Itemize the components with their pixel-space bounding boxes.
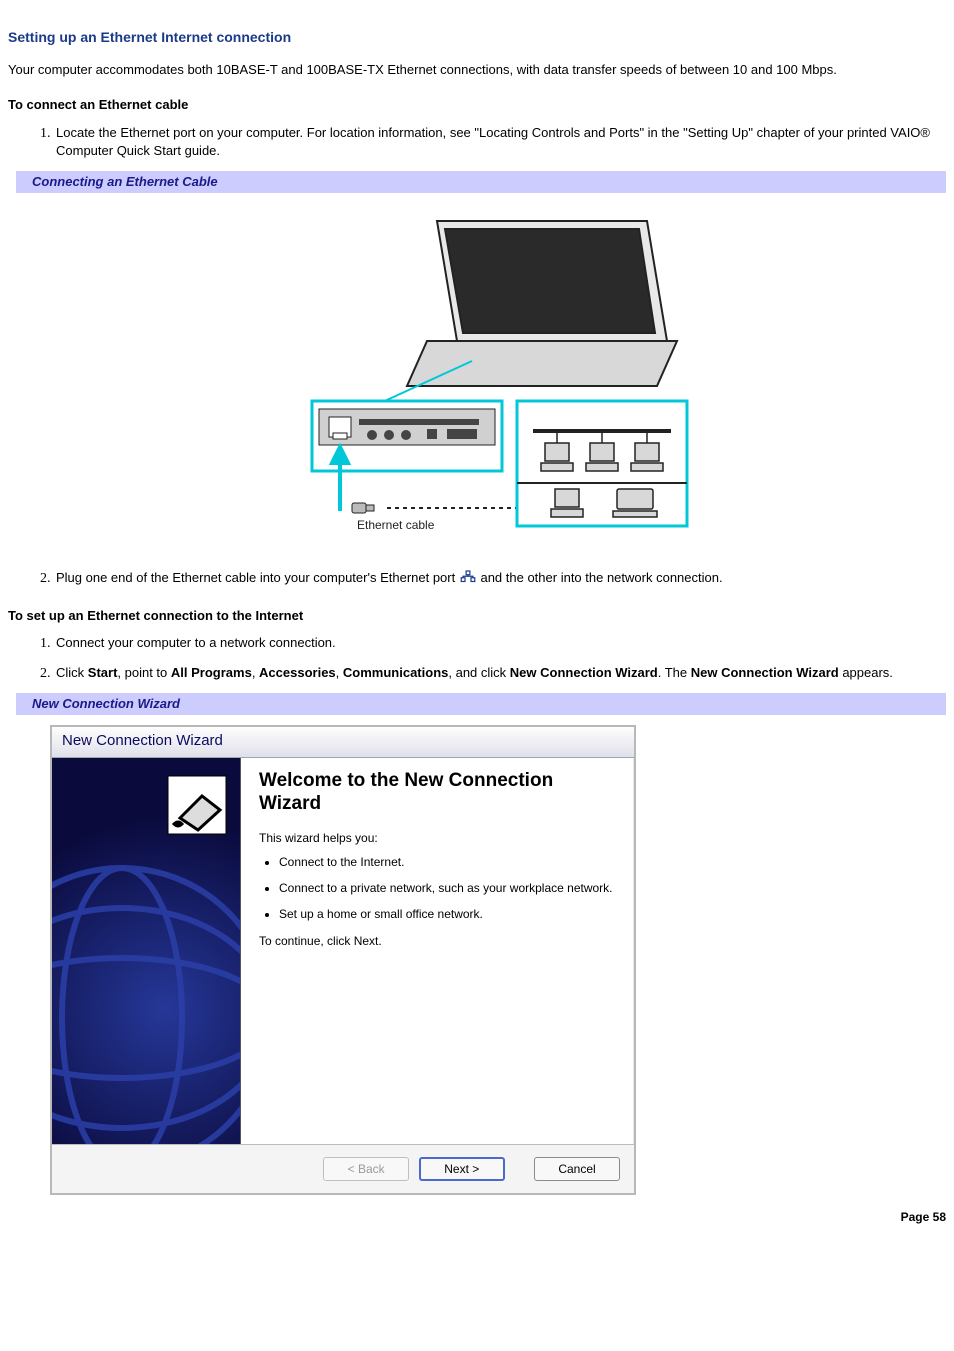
t: appears. <box>839 665 893 680</box>
next-button[interactable]: Next > <box>419 1157 505 1181</box>
step-a1: Locate the Ethernet port on your compute… <box>54 124 946 159</box>
figure-ethernet-cable: Ethernet cable <box>8 211 946 536</box>
step-b1: Connect your computer to a network conne… <box>54 634 946 652</box>
kw-all-programs: All Programs <box>171 665 252 680</box>
wizard-bullet: Connect to a private network, such as yo… <box>279 880 618 896</box>
kw-start: Start <box>88 665 118 680</box>
figure-caption-wizard: New Connection Wizard <box>8 693 946 715</box>
kw-accessories: Accessories <box>259 665 336 680</box>
step-a2-text-a: Plug one end of the Ethernet cable into … <box>56 570 459 585</box>
kw-wizard: New Connection Wizard <box>510 665 658 680</box>
intro-paragraph: Your computer accommodates both 10BASE-T… <box>8 61 946 79</box>
step-a2: Plug one end of the Ethernet cable into … <box>54 569 946 589</box>
t: Click <box>56 665 88 680</box>
wizard-bullet-list: Connect to the Internet. Connect to a pr… <box>263 854 618 933</box>
wizard-heading: Welcome to the New Connection Wizard <box>259 770 618 816</box>
wizard-bullet: Connect to the Internet. <box>279 854 618 870</box>
figure-caption-ethernet: Connecting an Ethernet Cable <box>8 171 946 193</box>
back-button: < Back <box>323 1157 409 1181</box>
ethernet-port-icon <box>459 570 477 589</box>
step-a2-text-b: and the other into the network connectio… <box>480 570 722 585</box>
t: , and click <box>448 665 509 680</box>
steps-list-a2: Plug one end of the Ethernet cable into … <box>8 569 946 589</box>
kw-communications: Communications <box>343 665 448 680</box>
steps-list-b: Connect your computer to a network conne… <box>8 634 946 681</box>
section-setup-title: To set up an Ethernet connection to the … <box>8 607 946 625</box>
wizard-button-row: < Back Next > Cancel <box>52 1144 634 1193</box>
wizard-intro: This wizard helps you: <box>259 830 618 846</box>
page-title: Setting up an Ethernet Internet connecti… <box>8 28 946 47</box>
step-b2: Click Start, point to All Programs, Acce… <box>54 664 946 682</box>
cancel-button[interactable]: Cancel <box>534 1157 620 1181</box>
steps-list-a: Locate the Ethernet port on your compute… <box>8 124 946 159</box>
t: , <box>336 665 343 680</box>
wizard-continue-text: To continue, click Next. <box>259 933 618 949</box>
wizard-sidebar-graphic <box>52 758 241 1144</box>
ethernet-cable-label: Ethernet cable <box>357 518 435 531</box>
wizard-screenshot: New Connection Wizard <box>50 725 946 1195</box>
wizard-bullet: Set up a home or small office network. <box>279 906 618 922</box>
kw-wizard2: New Connection Wizard <box>691 665 839 680</box>
t: , point to <box>117 665 170 680</box>
page-number: Page 58 <box>8 1209 946 1225</box>
t: . The <box>658 665 691 680</box>
ethernet-illustration: Ethernet cable <box>257 211 697 531</box>
wizard-window-title: New Connection Wizard <box>52 727 634 758</box>
t: , <box>252 665 259 680</box>
section-connect-cable-title: To connect an Ethernet cable <box>8 96 946 114</box>
